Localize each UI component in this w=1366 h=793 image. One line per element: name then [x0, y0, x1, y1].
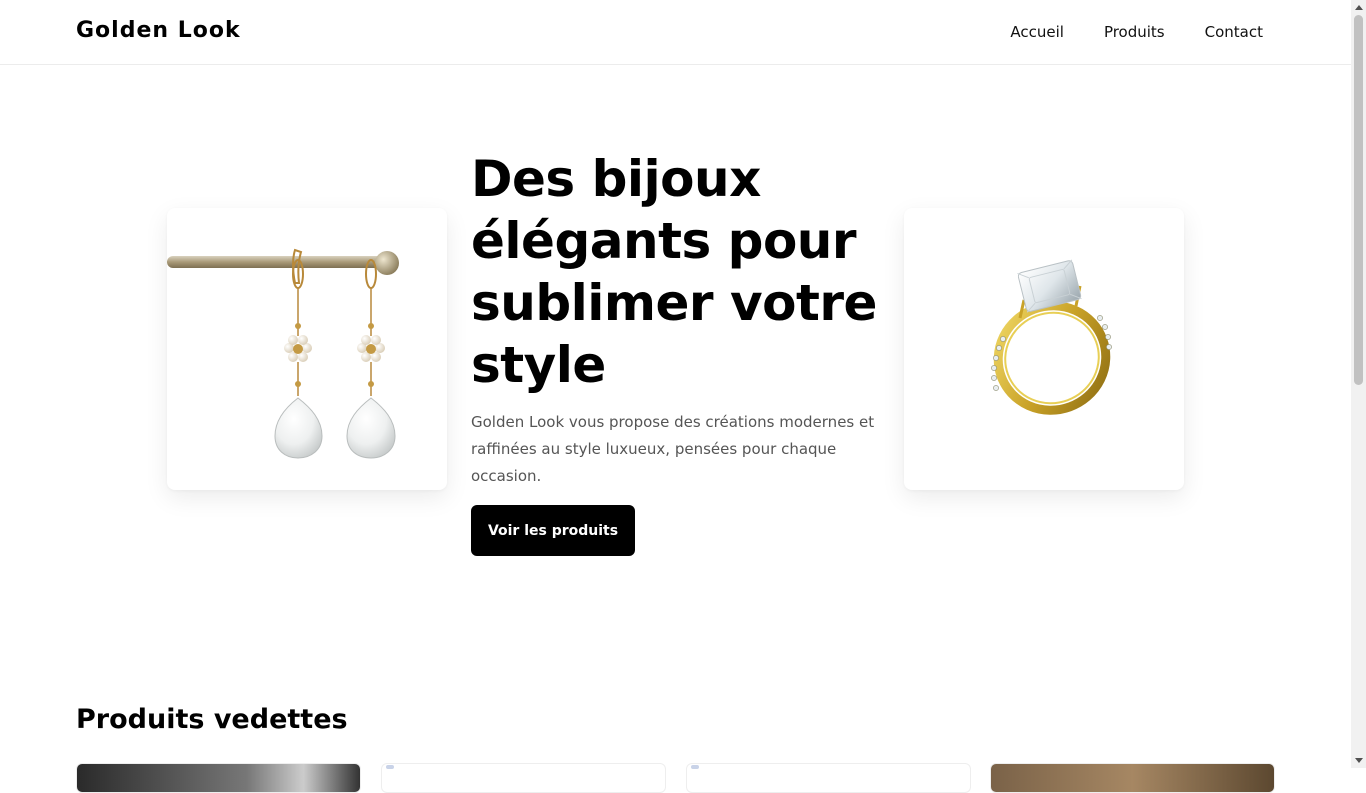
hero-description: Golden Look vous propose des créations m… [471, 413, 875, 485]
page-scrollbar[interactable] [1351, 0, 1366, 768]
main-nav: Accueil Produits Contact [1010, 23, 1263, 41]
site-logo[interactable]: Golden Look [76, 18, 241, 43]
pearl-earrings-image [167, 248, 399, 459]
gold-ring-image [991, 259, 1112, 415]
nav-link-contact[interactable]: Contact [1205, 23, 1263, 41]
nav-link-accueil[interactable]: Accueil [1010, 23, 1064, 41]
ring-image-card[interactable] [904, 208, 1184, 490]
site-header: Golden Look Accueil Produits Contact [0, 0, 1351, 65]
image-placeholder-icon [691, 765, 699, 769]
scrollbar-thumb[interactable] [1354, 15, 1363, 385]
view-products-button[interactable]: Voir les produits [471, 505, 635, 556]
image-placeholder-icon [386, 765, 394, 769]
scroll-up-icon[interactable] [1355, 5, 1363, 10]
nav-link-produits[interactable]: Produits [1104, 23, 1165, 41]
scroll-down-icon[interactable] [1355, 758, 1363, 763]
hero-title: Des bijoux élégants pour sublimer votre … [471, 150, 877, 394]
featured-products-title: Produits vedettes [76, 704, 348, 735]
earrings-image-card[interactable] [167, 208, 447, 490]
